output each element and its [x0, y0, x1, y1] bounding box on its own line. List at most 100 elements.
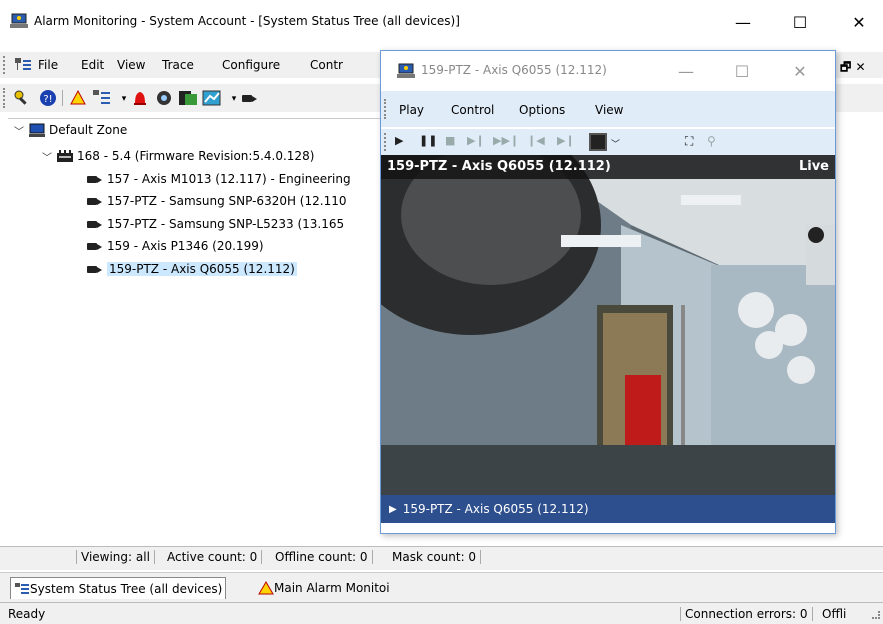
live-badge: Live — [798, 159, 829, 174]
key-icon[interactable] — [12, 88, 32, 108]
frame-back-icon[interactable]: ❙◀ — [527, 134, 545, 147]
main-titlebar: Alarm Monitoring - System Account - [Sys… — [0, 0, 883, 42]
tree-label: 157-PTZ - Samsung SNP-L5233 (13.165 — [107, 217, 345, 231]
camera-icon — [86, 239, 104, 253]
controller-icon — [56, 149, 74, 163]
fast-forward-icon[interactable]: ▶▶❙ — [493, 134, 519, 147]
maximize-button[interactable]: ☐ — [777, 8, 823, 36]
camera-scene-image — [381, 155, 835, 495]
tree-label: 159 - Axis P1346 (20.199) — [107, 239, 264, 253]
menu-options[interactable]: Options — [519, 103, 565, 117]
frame-forward-icon[interactable]: ▶❙ — [557, 134, 575, 147]
tree-label: 159-PTZ - Axis Q6055 (12.112) — [107, 262, 297, 276]
video-toolbar-grip[interactable] — [384, 133, 387, 151]
viewing-status: Viewing: all — [76, 550, 155, 564]
window-tabs: System Status Tree (all devices) Main Al… — [0, 572, 883, 602]
menubar-grip[interactable] — [3, 56, 6, 74]
tree-label: Default Zone — [49, 123, 128, 137]
camera-icon — [86, 172, 104, 186]
layout-icon[interactable] — [589, 133, 607, 151]
alarm-bell-icon — [258, 581, 274, 595]
menu-control[interactable]: Contr — [310, 58, 343, 72]
video-caption: 159-PTZ - Axis Q6055 (12.112) — [402, 502, 589, 516]
tab-main-alarm-monitor[interactable]: Main Alarm Monitoi — [255, 577, 393, 599]
video-maximize-button[interactable]: ☐ — [719, 57, 765, 85]
camera-icon[interactable] — [240, 88, 260, 108]
tree-window-icon — [15, 582, 29, 594]
camera-icon — [86, 194, 104, 208]
menu-configure[interactable]: Configure — [222, 58, 280, 72]
tree-node-default-zone[interactable]: ﹀ Default Zone — [14, 121, 127, 139]
tree-label: 157-PTZ - Samsung SNP-6320H (12.110 — [107, 194, 347, 208]
connection-errors: Connection errors: 0 — [680, 607, 813, 621]
video-window-title: 159-PTZ - Axis Q6055 (12.112) — [421, 63, 607, 77]
close-button[interactable]: ✕ — [836, 8, 882, 36]
system-tree-icon[interactable] — [92, 88, 112, 108]
system-status-tree: ﹀ Default Zone ﹀ 168 - 5.4 (Firmware Rev… — [8, 118, 383, 543]
badge-icon[interactable] — [178, 88, 198, 108]
minimize-button[interactable]: — — [720, 8, 766, 36]
window-title: Alarm Monitoring - System Account - [Sys… — [34, 14, 460, 28]
menu-file[interactable]: File — [38, 58, 58, 72]
mask-count: Mask count: 0 — [392, 550, 482, 564]
tab-system-status-tree[interactable]: System Status Tree (all devices) — [10, 577, 227, 599]
offline-indicator: Offli — [822, 607, 847, 621]
chevron-down-icon[interactable]: ﹀ — [42, 149, 56, 164]
menu-trace[interactable]: Trace — [162, 58, 194, 72]
video-overlay-title: 159-PTZ - Axis Q6055 (12.112) — [387, 159, 611, 174]
tab-label: Main Alarm Monitoi — [274, 581, 390, 595]
tree-label: 168 - 5.4 (Firmware Revision:5.4.0.128) — [77, 149, 315, 163]
offline-count: Offline count: 0 — [275, 550, 373, 564]
acknowledge-icon[interactable]: ?! — [38, 88, 58, 108]
map-icon[interactable] — [202, 88, 222, 108]
active-count: Active count: 0 — [167, 550, 263, 564]
video-overlay-header: 159-PTZ - Axis Q6055 (12.112) Live — [381, 155, 835, 179]
tree-node-camera[interactable]: 157-PTZ - Samsung SNP-6320H (12.110 — [86, 192, 346, 210]
tree-node-panel[interactable]: ﹀ 168 - 5.4 (Firmware Revision:5.4.0.128… — [42, 147, 314, 165]
menu-edit[interactable]: Edit — [81, 58, 104, 72]
menu-view[interactable]: View — [595, 103, 623, 117]
tree-node-camera[interactable]: 157 - Axis M1013 (12.117) - Engineering — [86, 170, 351, 188]
video-menubar: Play Control Options View — [381, 91, 835, 127]
video-device-icon[interactable] — [154, 88, 174, 108]
play-icon[interactable]: ▶ — [395, 134, 403, 147]
app-icon — [10, 13, 28, 28]
menu-view[interactable]: View — [117, 58, 145, 72]
tree-node-camera[interactable]: 159 - Axis P1346 (20.199) — [86, 237, 264, 255]
ready-status: Ready — [8, 607, 46, 621]
menu-control[interactable]: Control — [451, 103, 494, 117]
video-close-button[interactable]: ✕ — [777, 57, 823, 85]
tree-node-camera-selected[interactable]: 159-PTZ - Axis Q6055 (12.112) — [86, 260, 297, 278]
mdi-controls[interactable]: 🗗 ✕ — [840, 58, 866, 79]
tree-node-camera[interactable]: 157-PTZ - Samsung SNP-L5233 (13.165 — [86, 215, 344, 233]
app-icon — [397, 63, 415, 78]
menu-play[interactable]: Play — [399, 103, 424, 117]
pause-icon[interactable]: ❚❚ — [419, 134, 437, 147]
tree-window-icon — [15, 58, 31, 70]
video-toolbar: ▶ ❚❚ ■ ▶❙ ▶▶❙ ❙◀ ▶❙ ﹀ ⛶ ⚲ — [381, 129, 835, 155]
video-caption-bar[interactable]: ▶ 159-PTZ - Axis Q6055 (12.112) — [381, 495, 835, 523]
expand-arrow-icon[interactable]: ▶ — [389, 504, 397, 515]
stop-icon[interactable]: ■ — [445, 134, 455, 147]
ptz-icon[interactable]: ⛶ — [685, 134, 693, 149]
video-minimize-button[interactable]: — — [663, 57, 709, 85]
video-menu-grip[interactable] — [384, 99, 387, 119]
chevron-down-icon[interactable]: ﹀ — [611, 137, 620, 150]
red-alarm-icon[interactable] — [130, 88, 150, 108]
video-titlebar[interactable]: 159-PTZ - Axis Q6055 (12.112) — ☐ ✕ — [381, 51, 835, 89]
tree-label: 157 - Axis M1013 (12.117) - Engineering — [107, 172, 351, 186]
alarm-bell-icon[interactable] — [68, 88, 88, 108]
step-icon[interactable]: ▶❙ — [467, 134, 485, 147]
toolbar-grip[interactable] — [3, 88, 6, 108]
video-frame[interactable] — [381, 155, 835, 495]
svg-text:?!: ?! — [43, 94, 52, 105]
zoom-icon[interactable]: ⚲ — [707, 134, 716, 148]
bottom-status-bar: Ready Connection errors: 0 Offli — [0, 602, 883, 624]
count-status-strip: Viewing: all Active count: 0 Offline cou… — [0, 546, 883, 570]
chevron-down-icon[interactable]: ﹀ — [14, 123, 28, 138]
resize-grip[interactable] — [872, 611, 880, 619]
video-window: 159-PTZ - Axis Q6055 (12.112) — ☐ ✕ Play… — [380, 50, 836, 534]
zone-icon — [28, 123, 46, 137]
camera-icon — [86, 217, 104, 231]
tab-label: System Status Tree (all devices) — [30, 581, 223, 596]
